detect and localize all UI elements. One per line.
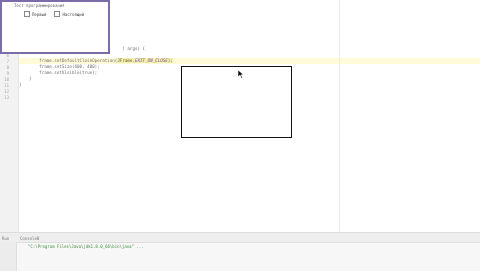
checkbox-label: Настоящий — [62, 11, 85, 17]
line-number: 13 — [4, 95, 9, 100]
checkbox-icon — [24, 11, 30, 17]
window-title: Тест программирования — [14, 3, 65, 8]
mouse-pointer-icon — [238, 70, 245, 79]
line-number: 10 — [4, 77, 9, 82]
checkbox-row: Первый Настоящий — [24, 11, 84, 17]
code-line: } — [19, 76, 32, 81]
checkbox-first[interactable]: Первый — [24, 11, 46, 17]
run-config-name[interactable]: ConsoleB — [20, 236, 39, 241]
run-toolbar — [0, 242, 17, 271]
line-number: 12 — [4, 89, 9, 94]
line-number: 11 — [4, 83, 9, 88]
drawn-rectangle — [181, 66, 292, 138]
run-tab-bar: Run ConsoleB — [0, 233, 480, 243]
line-number: 9 — [6, 71, 9, 76]
code-line: } — [19, 82, 22, 87]
line-number: 7 — [6, 59, 9, 64]
checkbox-current[interactable]: Настоящий — [54, 11, 84, 17]
checkbox-label: Первый — [32, 11, 47, 17]
line-number: 8 — [6, 65, 9, 70]
swing-frame-window[interactable]: Тест программирования Первый Настоящий — [0, 0, 110, 54]
code-line-highlighted: frame.setDefaultCloseOperation(JFrame.EX… — [19, 58, 173, 63]
checkbox-icon — [54, 11, 61, 17]
code-line: frame.setVisible(true); — [19, 70, 98, 75]
console-output: "C:\Program Files\Java\jdk1.8.0_66\bin\j… — [28, 244, 144, 249]
code-line: frame.setSize(600, 400); — [19, 64, 100, 69]
run-tab[interactable]: Run — [2, 236, 9, 241]
run-panel: Run ConsoleB "C:\Program Files\Java\jdk1… — [0, 232, 480, 271]
